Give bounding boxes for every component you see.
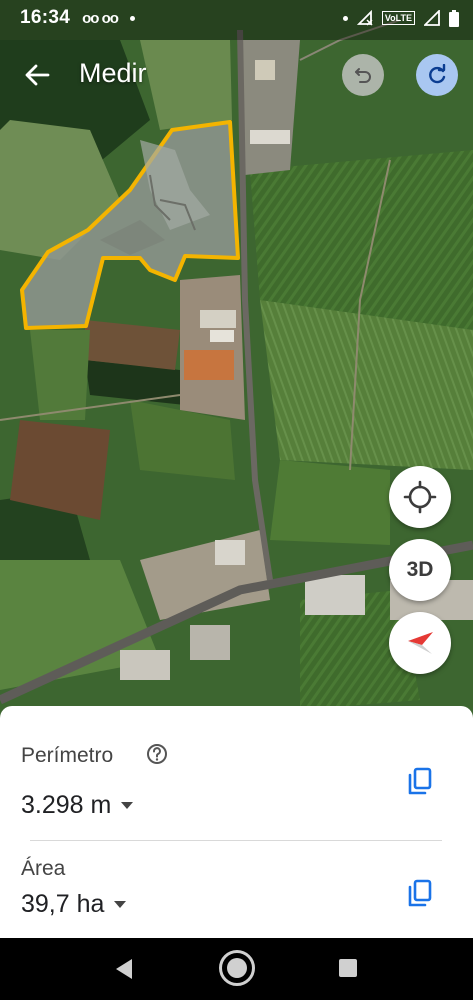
undo-button[interactable] xyxy=(342,54,384,96)
nav-back-icon[interactable] xyxy=(114,958,134,980)
perimeter-label: Perímetro xyxy=(21,744,114,767)
undo-icon xyxy=(355,68,371,83)
arrow-back-icon xyxy=(25,64,50,86)
divider xyxy=(30,840,442,841)
copy-area-button[interactable] xyxy=(404,877,436,911)
map-imagery xyxy=(0,0,473,720)
redo-button[interactable] xyxy=(416,54,458,96)
redo-icon xyxy=(429,64,446,84)
compass-button[interactable] xyxy=(389,612,451,674)
chevron-down-icon xyxy=(114,901,127,908)
battery-icon xyxy=(449,9,459,27)
help-icon[interactable] xyxy=(146,743,168,765)
voicemail-icon: oo oo xyxy=(82,9,119,27)
page-title: Medir xyxy=(79,58,147,88)
3d-label: 3D xyxy=(406,558,434,581)
satellite-map[interactable] xyxy=(0,0,473,720)
compass-icon xyxy=(408,632,433,654)
signal-icon xyxy=(424,10,440,26)
notification-dot-icon xyxy=(129,15,135,21)
3d-toggle-button[interactable]: 3D xyxy=(389,539,451,601)
perimeter-value-dropdown[interactable]: 3.298 m xyxy=(21,791,134,820)
back-button[interactable] xyxy=(20,60,54,90)
data-off-icon xyxy=(356,10,373,26)
area-label: Área xyxy=(21,857,66,880)
nav-home-button[interactable] xyxy=(219,950,255,986)
perimeter-value: 3.298 m xyxy=(21,791,112,819)
notification-dot-icon xyxy=(342,15,348,21)
volte-badge: VoLTE xyxy=(381,11,415,25)
area-value: 39,7 ha xyxy=(21,890,105,918)
measurement-sheet: Perímetro 3.298 m Área 39,7 ha xyxy=(0,706,473,938)
copy-perimeter-button[interactable] xyxy=(404,765,436,799)
area-value-dropdown[interactable]: 39,7 ha xyxy=(21,890,127,919)
my-location-icon xyxy=(403,480,437,514)
system-nav-bar xyxy=(0,938,473,1000)
nav-recents-icon[interactable] xyxy=(339,959,357,977)
app-bar: Medir xyxy=(0,50,473,100)
copy-icon xyxy=(408,879,432,907)
home-icon xyxy=(227,958,247,978)
my-location-button[interactable] xyxy=(389,466,451,528)
chevron-down-icon xyxy=(121,802,134,809)
status-bar: 16:34 oo oo VoLTE xyxy=(0,0,473,36)
status-time: 16:34 xyxy=(20,7,71,28)
copy-icon xyxy=(408,767,432,795)
